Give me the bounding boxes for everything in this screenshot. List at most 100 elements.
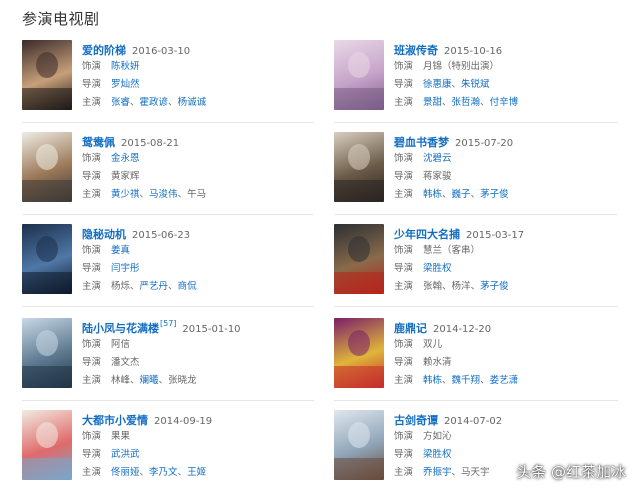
person-link[interactable]: 韩栋: [423, 375, 442, 386]
person-link[interactable]: 梁胜权: [423, 263, 452, 274]
cast-line: 主演 景甜、张哲瀚、付辛博: [394, 94, 624, 112]
person-link[interactable]: 佟丽娅: [111, 467, 140, 478]
poster-image[interactable]: [334, 224, 384, 294]
person-link[interactable]: 张哲瀚: [452, 97, 481, 108]
person-link[interactable]: 梁胜权: [423, 449, 452, 460]
air-date: 2016-03-10: [132, 46, 191, 57]
person-name: 杨烁: [111, 281, 131, 292]
director-label: 导演: [394, 357, 414, 368]
name-separator: 、: [139, 467, 150, 478]
poster-image[interactable]: [22, 132, 72, 202]
person-name: 午马: [187, 189, 207, 200]
person-link[interactable]: 韩栋: [423, 189, 442, 200]
person-link[interactable]: 闫宇彤: [111, 263, 140, 274]
person-link[interactable]: 徐惠康: [423, 79, 452, 90]
person-link[interactable]: 陈秋妍: [111, 61, 140, 72]
show-title-link[interactable]: 陆小凤与花满楼: [82, 322, 159, 335]
director-line: 导演 徐惠康、朱锐斌: [394, 76, 624, 94]
person-link[interactable]: 姜真: [111, 245, 130, 256]
poster-figure: [36, 330, 58, 356]
poster-image[interactable]: [334, 318, 384, 388]
role-line: 饰演 阿信: [82, 336, 312, 354]
air-date: 2015-01-10: [182, 324, 241, 335]
name-separator: 、: [130, 97, 140, 108]
name-separator: 、: [442, 97, 452, 108]
person-link[interactable]: 景甜: [423, 97, 442, 108]
show-info: 陆小凤与花满楼[57]2015-01-10 饰演 阿信 导演 潘文杰 主演 林峰、斓曦、张晓…: [82, 318, 312, 390]
person-link[interactable]: 朱锐斌: [461, 79, 490, 90]
person-link[interactable]: 王姬: [187, 467, 206, 478]
show-info: 班淑传奇 2015-10-16 饰演 月锦（特别出演） 导演 徐惠康、朱锐斌 主演 景甜、张哲…: [394, 40, 624, 112]
person-link[interactable]: 斓曦: [140, 375, 159, 386]
show-title-link[interactable]: 少年四大名捕: [394, 228, 460, 241]
poster-image[interactable]: [22, 40, 72, 110]
title-row: 少年四大名捕 2015-03-17: [394, 224, 624, 242]
tv-series-grid: 爱的阶梯 2016-03-10 饰演 陈秋妍 导演 罗灿然 主演 张睿、霍政谚、杨诚诚 班淑传奇…: [0, 0, 640, 492]
poster-figure: [348, 144, 370, 170]
show-title-link[interactable]: 大都市小爱情: [82, 414, 148, 427]
tv-show-card: 大都市小爱情 2014-09-19 饰演 果果 导演 武洪武 主演 佟丽娅、李乃文、王姬: [22, 410, 312, 490]
poster-image[interactable]: [22, 224, 72, 294]
show-title-link[interactable]: 古剑奇谭: [394, 414, 438, 427]
poster-figure: [348, 330, 370, 356]
show-title-link[interactable]: 爱的阶梯: [82, 44, 126, 57]
cast-line: 主演 韩栋、巍子、茅子俊: [394, 186, 624, 204]
poster-image[interactable]: [334, 132, 384, 202]
show-title-link[interactable]: 隐秘动机: [82, 228, 126, 241]
name-separator: 、: [177, 189, 188, 200]
cast-line: 主演 林峰、斓曦、张晓龙: [82, 372, 312, 390]
cast-label: 主演: [394, 467, 414, 478]
name-separator: 、: [470, 281, 481, 292]
person-link[interactable]: 茅子俊: [480, 281, 509, 292]
person-link[interactable]: 茅子俊: [480, 189, 509, 200]
title-row: 古剑奇谭 2014-07-02: [394, 410, 624, 428]
row-divider: [334, 122, 618, 123]
person-name: 张翰: [423, 281, 443, 292]
director-line: 导演 黄家辉: [82, 168, 312, 186]
title-row: 班淑传奇 2015-10-16: [394, 40, 624, 58]
person-link[interactable]: 魏千翔: [452, 375, 481, 386]
cast-label: 主演: [82, 375, 102, 386]
poster-image[interactable]: [334, 40, 384, 110]
person-link[interactable]: 娄艺潇: [490, 375, 519, 386]
person-link[interactable]: 金永恩: [111, 153, 140, 164]
poster-image[interactable]: [22, 410, 72, 480]
director-line: 导演 梁胜权: [394, 260, 624, 278]
person-link[interactable]: 杨诚诚: [178, 97, 207, 108]
show-title-link[interactable]: 鸳鸯佩: [82, 136, 115, 149]
person-link[interactable]: 霍政谚: [140, 97, 169, 108]
person-link[interactable]: 张睿: [111, 97, 130, 108]
tv-show-card: 班淑传奇 2015-10-16 饰演 月锦（特别出演） 导演 徐惠康、朱锐斌 主演 景甜、张哲…: [334, 40, 624, 120]
director-label: 导演: [394, 449, 414, 460]
director-line: 导演 蒋家骏: [394, 168, 624, 186]
person-link[interactable]: 马浚伟: [149, 189, 178, 200]
name-separator: 、: [442, 189, 452, 200]
person-link[interactable]: 罗灿然: [111, 79, 140, 90]
person-link[interactable]: 付辛博: [490, 97, 519, 108]
person-link[interactable]: 黄少祺: [111, 189, 140, 200]
title-row: 陆小凤与花满楼[57] 2015-01-10: [82, 318, 312, 336]
show-title-link[interactable]: 鹿鼎记: [394, 322, 427, 335]
row-divider: [22, 122, 314, 123]
person-link[interactable]: 巍子: [452, 189, 471, 200]
person-link[interactable]: 李乃文: [149, 467, 178, 478]
poster-figure: [36, 236, 58, 262]
person-link[interactable]: 武洪武: [111, 449, 140, 460]
director-label: 导演: [82, 449, 102, 460]
poster-band: [334, 180, 384, 202]
cast-label: 主演: [82, 467, 102, 478]
air-date: 2015-03-17: [466, 230, 525, 241]
show-info: 大都市小爱情 2014-09-19 饰演 果果 导演 武洪武 主演 佟丽娅、李乃文、王姬: [82, 410, 312, 482]
role-label: 饰演: [82, 245, 102, 256]
show-title-link[interactable]: 班淑传奇: [394, 44, 438, 57]
citation-link[interactable]: [57]: [160, 319, 176, 328]
person-link[interactable]: 乔振宇: [423, 467, 452, 478]
name-separator: 、: [168, 97, 178, 108]
person-link[interactable]: 严艺丹: [140, 281, 169, 292]
poster-image[interactable]: [334, 410, 384, 480]
poster-image[interactable]: [22, 318, 72, 388]
person-link[interactable]: 沈碧云: [423, 153, 452, 164]
show-title-link[interactable]: 碧血书香梦: [394, 136, 449, 149]
person-link[interactable]: 商侃: [178, 281, 197, 292]
director-label: 导演: [394, 263, 414, 274]
